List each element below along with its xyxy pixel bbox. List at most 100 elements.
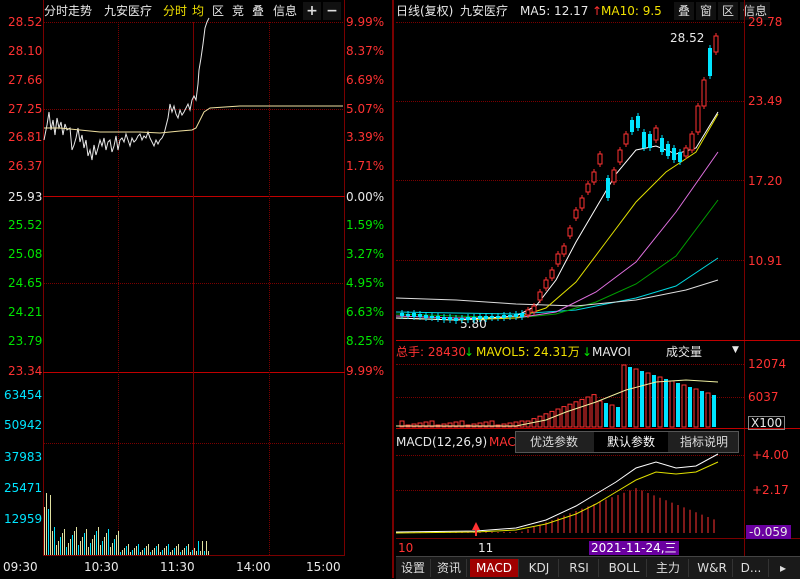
intraday-volume-bar xyxy=(84,533,85,555)
tab-macd[interactable]: MACD xyxy=(470,559,519,577)
candle-body xyxy=(573,209,579,219)
intraday-volume-bar xyxy=(64,529,65,555)
daily-volume-bar xyxy=(645,372,651,428)
intraday-volume-bar xyxy=(156,546,157,555)
intraday-volume-bar xyxy=(148,544,149,555)
intraday-volume-bar xyxy=(48,509,49,555)
macd-bars xyxy=(401,488,715,533)
intraday-volume-bar xyxy=(46,493,47,555)
intraday-price-line xyxy=(43,17,210,161)
daily-volume-bar xyxy=(664,379,668,427)
intraday-volume-bar xyxy=(76,527,77,555)
candle-body xyxy=(683,147,689,157)
intraday-volume-bar xyxy=(74,531,75,555)
tab-main-force[interactable]: 主力 xyxy=(648,559,689,577)
tab-wr[interactable]: W&R xyxy=(692,559,733,577)
intraday-average-line xyxy=(44,105,343,134)
intraday-volume-bar xyxy=(60,537,61,555)
intraday-volume-bar xyxy=(104,537,105,555)
intraday-volume-bar xyxy=(194,548,195,555)
candle-body xyxy=(478,316,482,319)
candle-body xyxy=(412,313,416,317)
candle-body xyxy=(424,315,428,318)
intraday-volume-bar xyxy=(154,548,155,555)
candle-body xyxy=(472,317,476,320)
tab-settings[interactable]: 设置 xyxy=(396,559,431,577)
indicator-tab-bar: 设置 资讯 MACD KDJ RSI BOLL 主力 W&R D... ▸ xyxy=(396,556,800,579)
daily-price-label: 10.91 xyxy=(748,254,783,268)
intraday-volume-bar xyxy=(110,547,111,555)
intraday-volume-bar xyxy=(158,544,159,555)
intraday-volume-bar xyxy=(164,548,165,555)
daily-candles xyxy=(400,33,719,324)
overlay-button[interactable]: 叠 xyxy=(674,2,694,20)
daily-volume-bar xyxy=(657,376,663,428)
daily-price-label: 29.78 xyxy=(748,15,783,29)
range-button[interactable]: 区 xyxy=(718,2,738,20)
daily-volume-bar xyxy=(567,403,573,428)
intraday-volume-bar xyxy=(112,543,113,555)
candle-body xyxy=(400,313,404,316)
tab-more[interactable]: D... xyxy=(734,559,769,577)
intraday-volume-bar xyxy=(142,550,143,555)
macd-axis-label: +4.00 xyxy=(752,448,789,462)
candle-body xyxy=(543,279,549,289)
candle-body xyxy=(660,138,664,152)
candle-body xyxy=(555,253,561,265)
intraday-volume-bar xyxy=(160,552,161,555)
intraday-volume-bar xyxy=(58,541,59,555)
daily-volume-bar xyxy=(604,403,608,427)
candle-body xyxy=(701,79,707,107)
candle-body xyxy=(549,269,555,279)
candle-body xyxy=(653,127,659,141)
tab-rsi[interactable]: RSI xyxy=(560,559,599,577)
intraday-volume-bar xyxy=(72,535,73,555)
daily-volume-bar xyxy=(549,410,555,428)
candle-body xyxy=(611,169,617,183)
intraday-volume-bar xyxy=(204,551,205,555)
intraday-volume-bar xyxy=(198,541,199,555)
intraday-volume-bar xyxy=(186,546,187,555)
candle-body xyxy=(648,134,652,148)
tab-boll[interactable]: BOLL xyxy=(602,559,647,577)
daily-volume-bar xyxy=(616,407,620,427)
intraday-volume-bar xyxy=(184,548,185,555)
intraday-volume-bar xyxy=(44,507,45,555)
intraday-volume-bar xyxy=(202,541,203,555)
intraday-volume-bar xyxy=(196,551,197,555)
ma5-line xyxy=(396,111,719,321)
candle-body xyxy=(695,105,701,133)
intraday-volume-bar xyxy=(136,546,137,555)
intraday-volume-bar xyxy=(82,537,83,555)
candle-body xyxy=(579,197,585,209)
daily-vol-label: 6037 xyxy=(748,390,779,404)
intraday-volume-bar xyxy=(52,531,53,555)
intraday-volume-bar xyxy=(162,550,163,555)
cursor-date-label: 2021-11-24,三 xyxy=(589,541,679,555)
candle-body xyxy=(537,291,543,301)
daily-vol-label: 12074 xyxy=(748,357,787,371)
intraday-volume-bar xyxy=(120,552,121,555)
daily-volume-bar xyxy=(609,404,615,428)
intraday-volume-bar xyxy=(88,547,89,555)
intraday-volume-bar xyxy=(118,531,119,555)
candle-body xyxy=(514,314,518,317)
intraday-volume-bar xyxy=(80,541,81,555)
intraday-volume-bar xyxy=(70,539,71,555)
ma-lines xyxy=(396,111,719,321)
intraday-volume-bar xyxy=(130,552,131,555)
daily-volume-bar xyxy=(688,387,692,427)
intraday-volume-bar xyxy=(150,552,151,555)
scroll-right-icon[interactable]: ▸ xyxy=(770,559,796,577)
intraday-panel: 分时走势 九安医疗 分时 均 区 竞 叠 信息 + − 28.52 28.10 27… xyxy=(0,0,392,578)
intraday-volume-bar xyxy=(206,541,207,555)
window-button[interactable]: 窗 xyxy=(696,2,716,20)
candle-body xyxy=(508,315,512,317)
daily-volume-bar xyxy=(712,395,716,427)
daily-volume-bar xyxy=(579,398,585,428)
tab-kdj[interactable]: KDJ xyxy=(520,559,559,577)
daily-volume-bar xyxy=(628,367,632,427)
tab-news[interactable]: 资讯 xyxy=(432,559,467,577)
intraday-volume-bar xyxy=(126,546,127,555)
candle-body xyxy=(666,144,670,156)
